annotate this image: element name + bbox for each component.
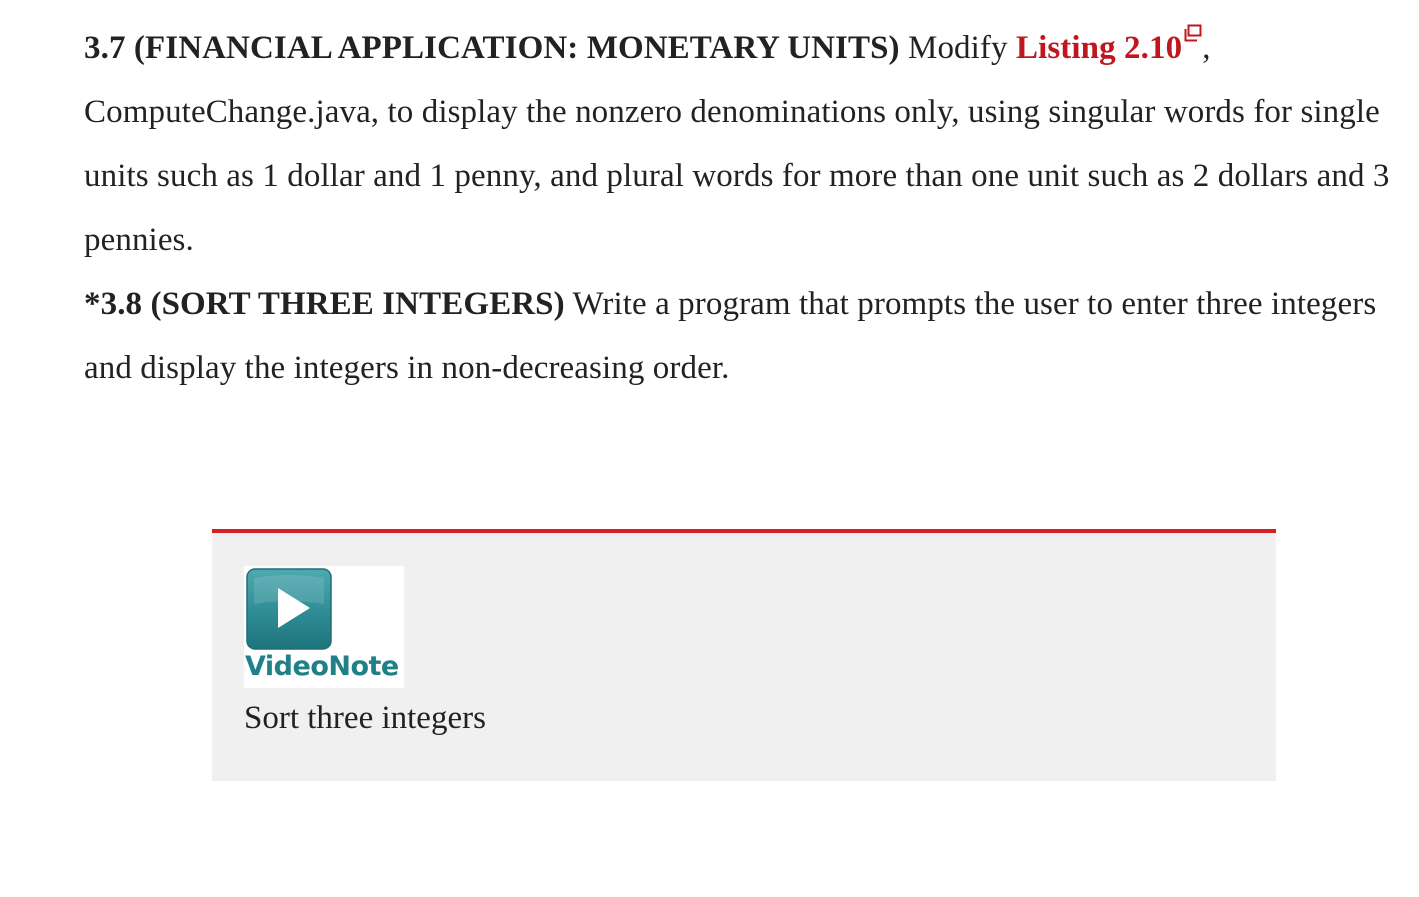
listing-link-label[interactable]: Listing 2.10: [1016, 30, 1182, 66]
exercise-heading: 3.7 (FINANCIAL APPLICATION: MONETARY UNI…: [84, 30, 900, 66]
videonote-box: VideoNote Sort three integers: [212, 529, 1276, 781]
videonote-caption: Sort three integers: [244, 700, 486, 736]
exercise-3-7: 3.7 (FINANCIAL APPLICATION: MONETARY UNI…: [84, 16, 1394, 272]
listing-link[interactable]: Listing 2.10: [1016, 24, 1202, 66]
exercise-list: 3.7 (FINANCIAL APPLICATION: MONETARY UNI…: [84, 16, 1394, 400]
exercise-heading: *3.8 (SORT THREE INTEGERS): [84, 286, 565, 322]
videonote-badge[interactable]: VideoNote: [244, 566, 404, 688]
exercise-3-8: *3.8 (SORT THREE INTEGERS) Write a progr…: [84, 272, 1394, 400]
exercise-text: Modify: [899, 30, 1016, 66]
play-icon[interactable]: [246, 568, 332, 650]
videonote-label: VideoNote: [245, 651, 399, 682]
external-link-icon[interactable]: [1184, 24, 1202, 42]
